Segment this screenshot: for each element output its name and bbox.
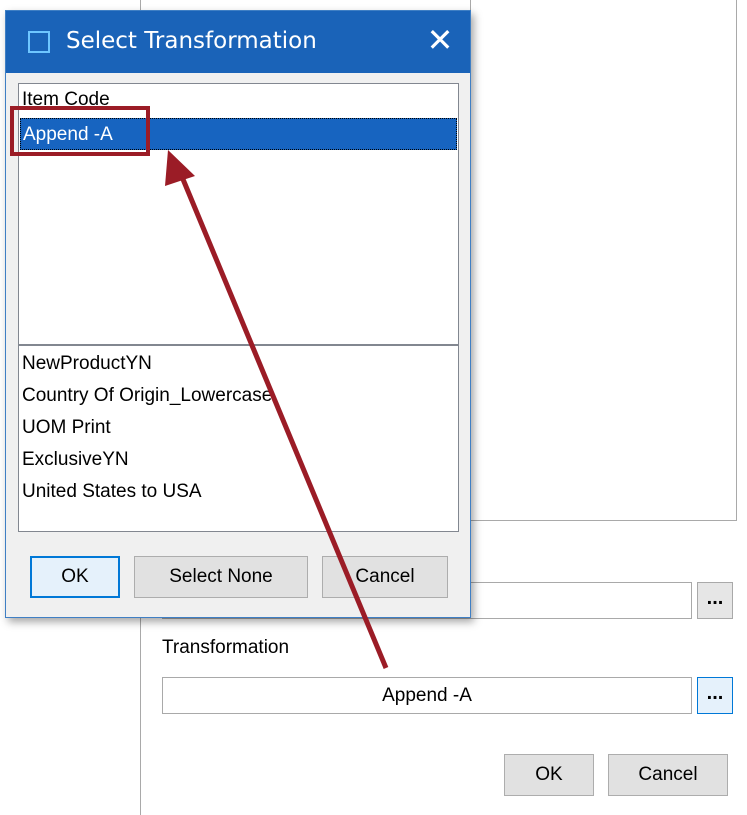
annotation-arrow	[165, 150, 389, 669]
